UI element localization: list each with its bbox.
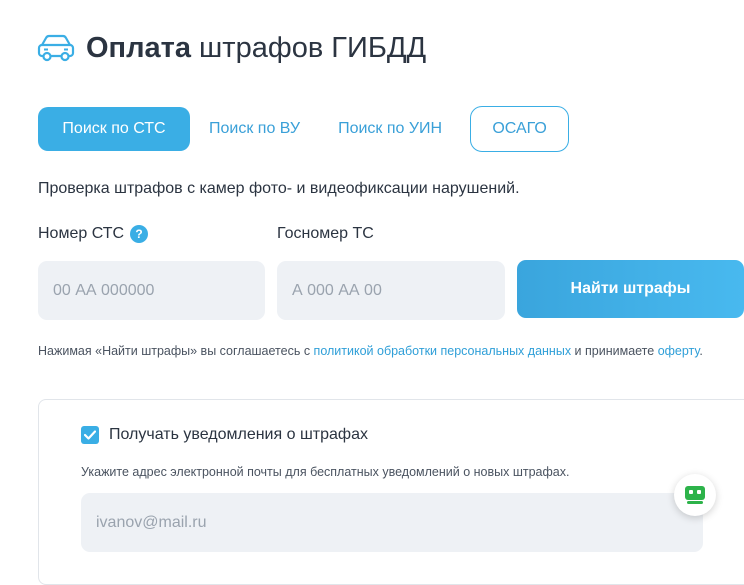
chat-widget-button[interactable]	[674, 474, 716, 516]
notifications-checkbox-row[interactable]: Получать уведомления о штрафах	[81, 426, 368, 444]
sts-label: Номер СТС ?	[38, 225, 149, 243]
page-title: Оплата штрафов ГИБДД	[86, 32, 426, 65]
consent-text: Нажимая «Найти штрафы» вы соглашаетесь с…	[38, 342, 744, 361]
tab-vu[interactable]: Поиск по ВУ	[209, 107, 300, 151]
plate-label-text: Госномер ТС	[277, 225, 374, 242]
tab-uin[interactable]: Поиск по УИН	[338, 107, 442, 151]
car-icon	[36, 33, 76, 63]
offer-link[interactable]: оферту	[658, 344, 700, 358]
page: Оплата штрафов ГИБДД Поиск по СТС Поиск …	[0, 0, 744, 585]
consent-text-after: .	[699, 344, 703, 358]
page-title-rest: штрафов ГИБДД	[199, 31, 427, 64]
notifications-checkbox-label: Получать уведомления о штрафах	[109, 426, 368, 443]
tab-osago[interactable]: ОСАГО	[470, 106, 570, 152]
sts-label-text: Номер СТС	[38, 225, 125, 242]
plate-label: Госномер ТС	[277, 225, 374, 243]
find-fines-button[interactable]: Найти штрафы	[517, 260, 744, 318]
search-tabs: Поиск по СТС Поиск по ВУ Поиск по УИН ОС…	[38, 106, 570, 152]
consent-text-before: Нажимая «Найти штрафы» вы соглашаетесь с	[38, 344, 314, 358]
privacy-policy-link[interactable]: политикой обработки персональных данных	[314, 344, 572, 358]
tab-sts[interactable]: Поиск по СТС	[38, 107, 190, 151]
help-icon[interactable]: ?	[130, 225, 149, 243]
chat-bot-icon	[685, 486, 705, 504]
email-hint: Укажите адрес электронной почты для бесп…	[81, 465, 570, 479]
plate-input[interactable]	[277, 261, 505, 320]
email-input[interactable]	[81, 493, 703, 552]
notifications-checkbox[interactable]	[81, 426, 99, 444]
checkmark-icon	[84, 430, 96, 440]
sts-input[interactable]	[38, 261, 265, 320]
search-description: Проверка штрафов с камер фото- и видеофи…	[38, 180, 520, 197]
page-header: Оплата штрафов ГИБДД	[36, 28, 426, 68]
consent-text-middle: и принимаете	[571, 344, 658, 358]
page-title-bold: Оплата	[86, 31, 191, 64]
